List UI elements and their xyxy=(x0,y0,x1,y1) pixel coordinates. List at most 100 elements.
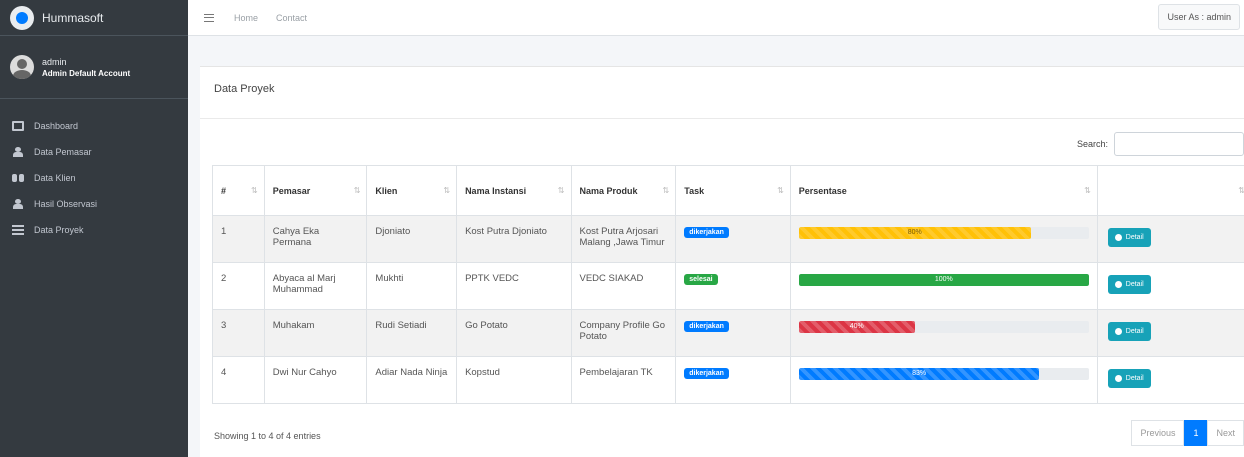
cell-no: 4 xyxy=(212,356,265,404)
sidebar-item-label: Data Proyek xyxy=(34,225,84,235)
progress-fill: 80% xyxy=(798,227,1031,239)
sidebar-item-data-pemasar[interactable]: Data Pemasar xyxy=(0,139,188,165)
sidebar-item-hasil-observasi[interactable]: Hasil Observasi xyxy=(0,191,188,217)
cell-instansi: Kost Putra Djoniato xyxy=(456,215,572,263)
cell-action: Detail xyxy=(1096,309,1244,357)
progress-fill: 83% xyxy=(798,368,1040,380)
detail-button[interactable]: Detail xyxy=(1107,322,1151,341)
task-badge: dikerjakan xyxy=(684,368,729,379)
progress-bar: 100% xyxy=(798,274,1089,286)
user-as-button[interactable]: User As : admin xyxy=(1158,4,1240,30)
sidebar: Hummasoft admin Admin Default Account Da… xyxy=(0,0,188,457)
cell-instansi: Go Potato xyxy=(456,309,572,357)
brand-name: Hummasoft xyxy=(42,10,104,25)
brand-logo-icon xyxy=(10,5,34,30)
pagination-previous[interactable]: Previous xyxy=(1131,420,1185,446)
card-title: Data Proyek xyxy=(200,67,1244,119)
sidebar-nav: Dashboard Data Pemasar Data Klien Hasil … xyxy=(0,99,188,243)
detail-button-label: Detail xyxy=(1125,328,1144,335)
user-icon xyxy=(12,147,24,157)
detail-icon xyxy=(1114,281,1122,288)
cell-instansi: PPTK VEDC xyxy=(456,262,572,310)
user-name: admin xyxy=(42,56,67,67)
cell-klien: Rudi Setiadi xyxy=(366,309,458,357)
sidebar-item-label: Hasil Observasi xyxy=(34,199,98,209)
search-row: Search: xyxy=(1077,132,1244,156)
progress-fill: 40% xyxy=(798,321,915,333)
table-row: 2 Abyaca al Marj Muhammad Mukhti PPTK VEDC V… xyxy=(212,262,1244,310)
projects-table: # ⇅ Pemasar ⇅ Klien ⇅ Nama Instansi ⇅ Nama P… xyxy=(212,165,1244,404)
cell-instansi: Kopstud xyxy=(456,356,572,404)
dashboard-icon xyxy=(12,121,24,131)
cell-no: 1 xyxy=(212,215,265,263)
cell-task: dikerjakan xyxy=(675,356,791,404)
detail-button[interactable]: Detail xyxy=(1107,369,1151,388)
avatar xyxy=(10,55,34,79)
users-icon xyxy=(12,173,24,183)
cell-produk: VEDC SIAKAD xyxy=(570,262,677,310)
cell-action: Detail xyxy=(1096,215,1244,263)
cell-persentase: 100% xyxy=(789,262,1098,310)
progress-bar: 83% xyxy=(798,368,1089,380)
user-subtitle: Admin Default Account xyxy=(42,68,131,78)
cell-no: 3 xyxy=(212,309,265,357)
sidebar-item-label: Data Pemasar xyxy=(34,147,92,157)
cell-action: Detail xyxy=(1096,356,1244,404)
cell-persentase: 40% xyxy=(789,309,1098,357)
detail-button-label: Detail xyxy=(1125,234,1144,241)
column-header-action[interactable]: ⇅ xyxy=(1096,165,1244,216)
progress-bar: 40% xyxy=(798,321,1089,333)
sidebar-item-dashboard[interactable]: Dashboard xyxy=(0,113,188,139)
cell-persentase: 83% xyxy=(789,356,1098,404)
cell-produk: Company Profile Go Potato xyxy=(570,309,677,357)
cell-task: dikerjakan xyxy=(675,309,791,357)
column-header-klien[interactable]: Klien ⇅ xyxy=(366,165,458,216)
topbar: Home Contact User As : admin xyxy=(188,0,1244,36)
detail-icon xyxy=(1114,234,1122,241)
brand[interactable]: Hummasoft xyxy=(0,0,188,36)
task-badge: selesai xyxy=(684,274,718,285)
detail-button[interactable]: Detail xyxy=(1107,228,1151,247)
user-panel[interactable]: admin Admin Default Account xyxy=(0,36,188,99)
column-header-no[interactable]: # ⇅ xyxy=(212,165,265,216)
sidebar-item-label: Data Klien xyxy=(34,173,76,183)
sidebar-item-data-klien[interactable]: Data Klien xyxy=(0,165,188,191)
pagination-next[interactable]: Next xyxy=(1207,420,1244,446)
task-badge: dikerjakan xyxy=(684,321,729,332)
pagination-page-1[interactable]: 1 xyxy=(1184,420,1208,446)
detail-button[interactable]: Detail xyxy=(1107,275,1151,294)
cell-action: Detail xyxy=(1096,262,1244,310)
column-header-produk[interactable]: Nama Produk ⇅ xyxy=(570,165,677,216)
sidebar-item-label: Dashboard xyxy=(34,121,79,131)
sidebar-item-data-proyek[interactable]: Data Proyek xyxy=(0,217,188,243)
table-row: 3 Muhakam Rudi Setiadi Go Potato Company Pro… xyxy=(212,309,1244,357)
search-input[interactable] xyxy=(1114,132,1244,156)
progress-bar: 80% xyxy=(798,227,1089,239)
cell-produk: Kost Putra Arjosari Malang ,Jawa Timur xyxy=(570,215,677,263)
table-row: 4 Dwi Nur Cahyo Adiar Nada Ninja Kopstud Pem… xyxy=(212,356,1244,404)
cell-klien: Adiar Nada Ninja xyxy=(366,356,458,404)
cell-no: 2 xyxy=(212,262,265,310)
cell-pemasar: Abyaca al Marj Muhammad xyxy=(263,262,368,310)
cell-pemasar: Dwi Nur Cahyo xyxy=(263,356,368,404)
cell-produk: Pembelajaran TK xyxy=(570,356,677,404)
nav-link-home[interactable]: Home xyxy=(234,13,258,23)
column-header-persentase[interactable]: Persentase ⇅ xyxy=(789,165,1098,216)
column-header-task[interactable]: Task ⇅ xyxy=(675,165,791,216)
detail-icon xyxy=(1114,375,1122,382)
table-row: 1 Cahya Eka Permana Djoniato Kost Putra Djo… xyxy=(212,215,1244,263)
detail-icon xyxy=(1114,328,1122,335)
nav-link-contact[interactable]: Contact xyxy=(276,13,307,23)
user-icon xyxy=(12,199,24,209)
menu-toggle-icon[interactable] xyxy=(204,13,214,22)
data-proyek-card: Data Proyek Search: # ⇅ Pemasar ⇅ Klien ⇅ N… xyxy=(200,66,1244,457)
cell-pemasar: Cahya Eka Permana xyxy=(263,215,368,263)
task-badge: dikerjakan xyxy=(684,227,729,238)
progress-fill: 100% xyxy=(798,274,1089,286)
column-header-pemasar[interactable]: Pemasar ⇅ xyxy=(263,165,368,216)
cell-klien: Djoniato xyxy=(366,215,458,263)
column-header-instansi[interactable]: Nama Instansi ⇅ xyxy=(456,165,572,216)
pagination: Previous 1 Next xyxy=(1131,420,1244,446)
list-icon xyxy=(12,225,24,235)
cell-persentase: 80% xyxy=(789,215,1098,263)
